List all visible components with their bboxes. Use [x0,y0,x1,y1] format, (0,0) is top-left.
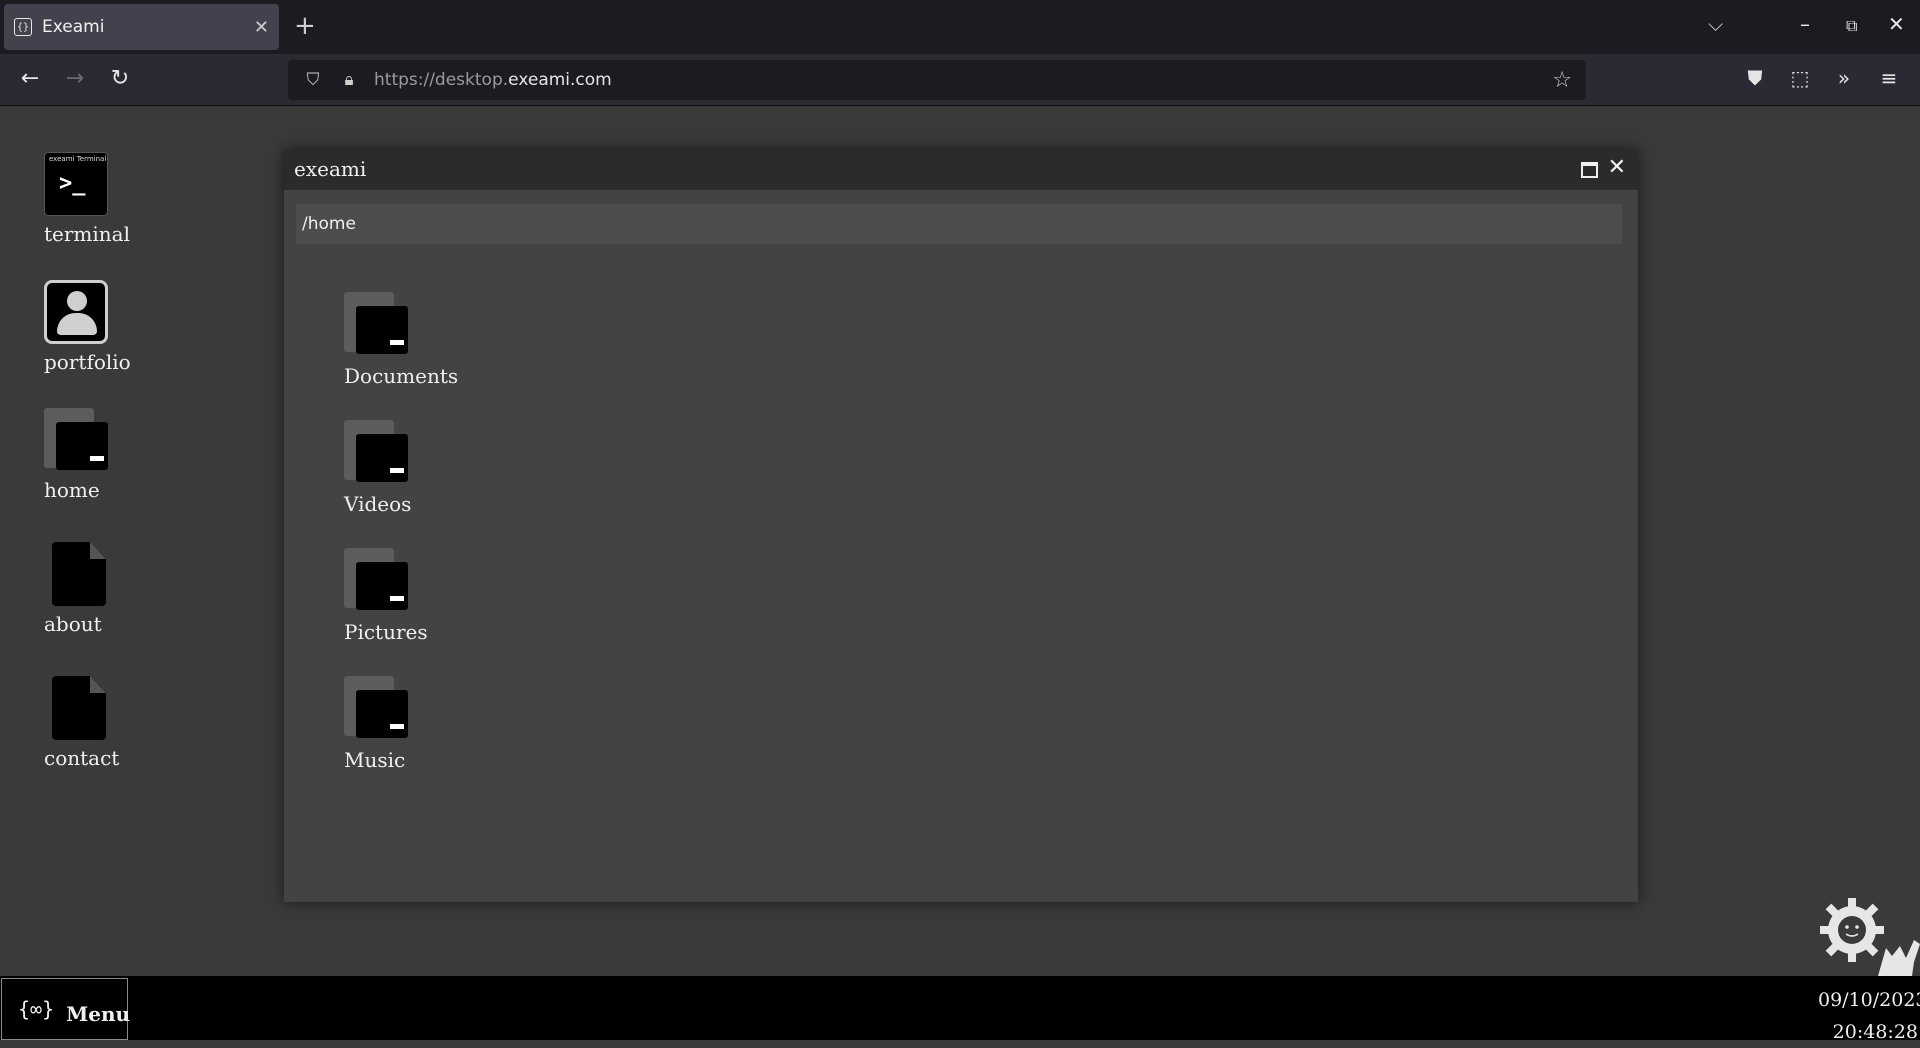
pocket-icon[interactable]: ⛊ [1741,66,1769,90]
folder-icon [344,420,408,484]
path-bar[interactable]: /home [296,204,1622,244]
folder-item-label: Videos [344,492,412,516]
browser-tab-bar: {} Exeami ✕ + ⌵ – ⧉ ✕ [0,0,1920,54]
terminal-prompt-glyph: >_ [59,171,86,196]
folder-item-label: Music [344,748,406,772]
menu-logo-icon: {∞} [18,997,55,1021]
desktop-icon-terminal[interactable]: exeami Terminal >_ terminal [44,152,164,246]
browser-nav-bar: ← → ↻ ⛉ 🔒︎ https://desktop.exeami.com ☆ … [0,54,1920,106]
browser-tab[interactable]: {} Exeami ✕ [4,4,279,50]
folder-item-videos[interactable]: Videos [344,420,504,516]
url-text[interactable]: https://desktop.exeami.com [374,70,1552,90]
person-body-shape [57,313,97,335]
file-manager-window: exeami ✕ /home Documents Videos Pictures [284,150,1638,902]
forward-icon[interactable]: → [61,66,89,91]
extensions-icon[interactable]: ⬚ [1786,66,1814,90]
window-titlebar[interactable]: exeami ✕ [284,150,1638,190]
folder-icon [344,548,408,612]
clock-date: 09/10/2023 [1818,989,1920,1011]
folder-item-music[interactable]: Music [344,676,504,772]
folder-icon [344,292,408,356]
person-head-shape [67,291,87,311]
bookmark-star-icon[interactable]: ☆ [1552,68,1572,93]
maximize-icon[interactable] [1581,162,1598,178]
clock: 09/10/2023 20:48:28 [1818,984,1920,1048]
window-title: exeami [294,157,367,181]
folder-item-documents[interactable]: Documents [344,292,504,388]
folder-icon [44,408,108,472]
folder-item-label: Documents [344,364,459,388]
url-prefix: https://desktop. [374,70,509,90]
desktop-icon-home[interactable]: home [44,408,164,502]
desktop-icon-label: about [44,612,102,636]
taskbar: {∞} Menu 09/10/2023 20:48:28 [0,976,1920,1043]
desktop-icon-label: terminal [44,222,130,246]
file-icon [52,542,106,606]
terminal-icon: exeami Terminal >_ [44,152,108,216]
desktop-icon-label: portfolio [44,350,131,374]
folder-icon [344,676,408,740]
hamburger-menu-icon[interactable]: ≡ [1875,66,1903,90]
desktop-icon-contact[interactable]: contact [44,676,164,770]
back-icon[interactable]: ← [16,66,44,91]
folder-item-pictures[interactable]: Pictures [344,548,504,644]
file-icon [52,676,106,740]
url-bar[interactable]: ⛉ 🔒︎ https://desktop.exeami.com ☆ [288,60,1586,100]
new-tab-icon[interactable]: + [294,12,316,40]
desktop: exeami Terminal >_ terminal portfolio ho… [0,106,1920,976]
folder-item-label: Pictures [344,620,428,644]
overflow-chevrons-icon[interactable]: » [1830,66,1858,90]
menu-label: Menu [66,1002,131,1026]
desktop-icon-about[interactable]: about [44,542,164,636]
chevron-down-icon[interactable]: ⌵ [1708,12,1723,36]
start-menu-button[interactable]: {∞} Menu [1,978,131,1040]
shield-icon[interactable]: ⛉ [302,70,324,90]
portfolio-icon [44,280,108,344]
close-icon[interactable]: ✕ [1608,155,1626,180]
gear-cat-mascot-icon[interactable] [1816,896,1920,976]
tab-title: Exeami [42,17,105,37]
desktop-icon-portfolio[interactable]: portfolio [44,280,164,374]
minimize-icon[interactable]: – [1800,12,1810,36]
close-tab-icon[interactable]: ✕ [254,17,269,38]
clock-time: 20:48:28 [1832,1021,1918,1043]
terminal-icon-badge: exeami Terminal [49,155,107,163]
lock-icon[interactable]: 🔒︎ [338,70,360,90]
favicon-icon: {} [14,18,32,36]
desktop-icon-label: home [44,478,100,502]
url-host: exeami.com [508,70,612,90]
reload-icon[interactable]: ↻ [106,66,134,91]
desktop-icon-label: contact [44,746,120,770]
close-window-icon[interactable]: ✕ [1888,12,1905,36]
restore-icon[interactable]: ⧉ [1846,16,1857,36]
